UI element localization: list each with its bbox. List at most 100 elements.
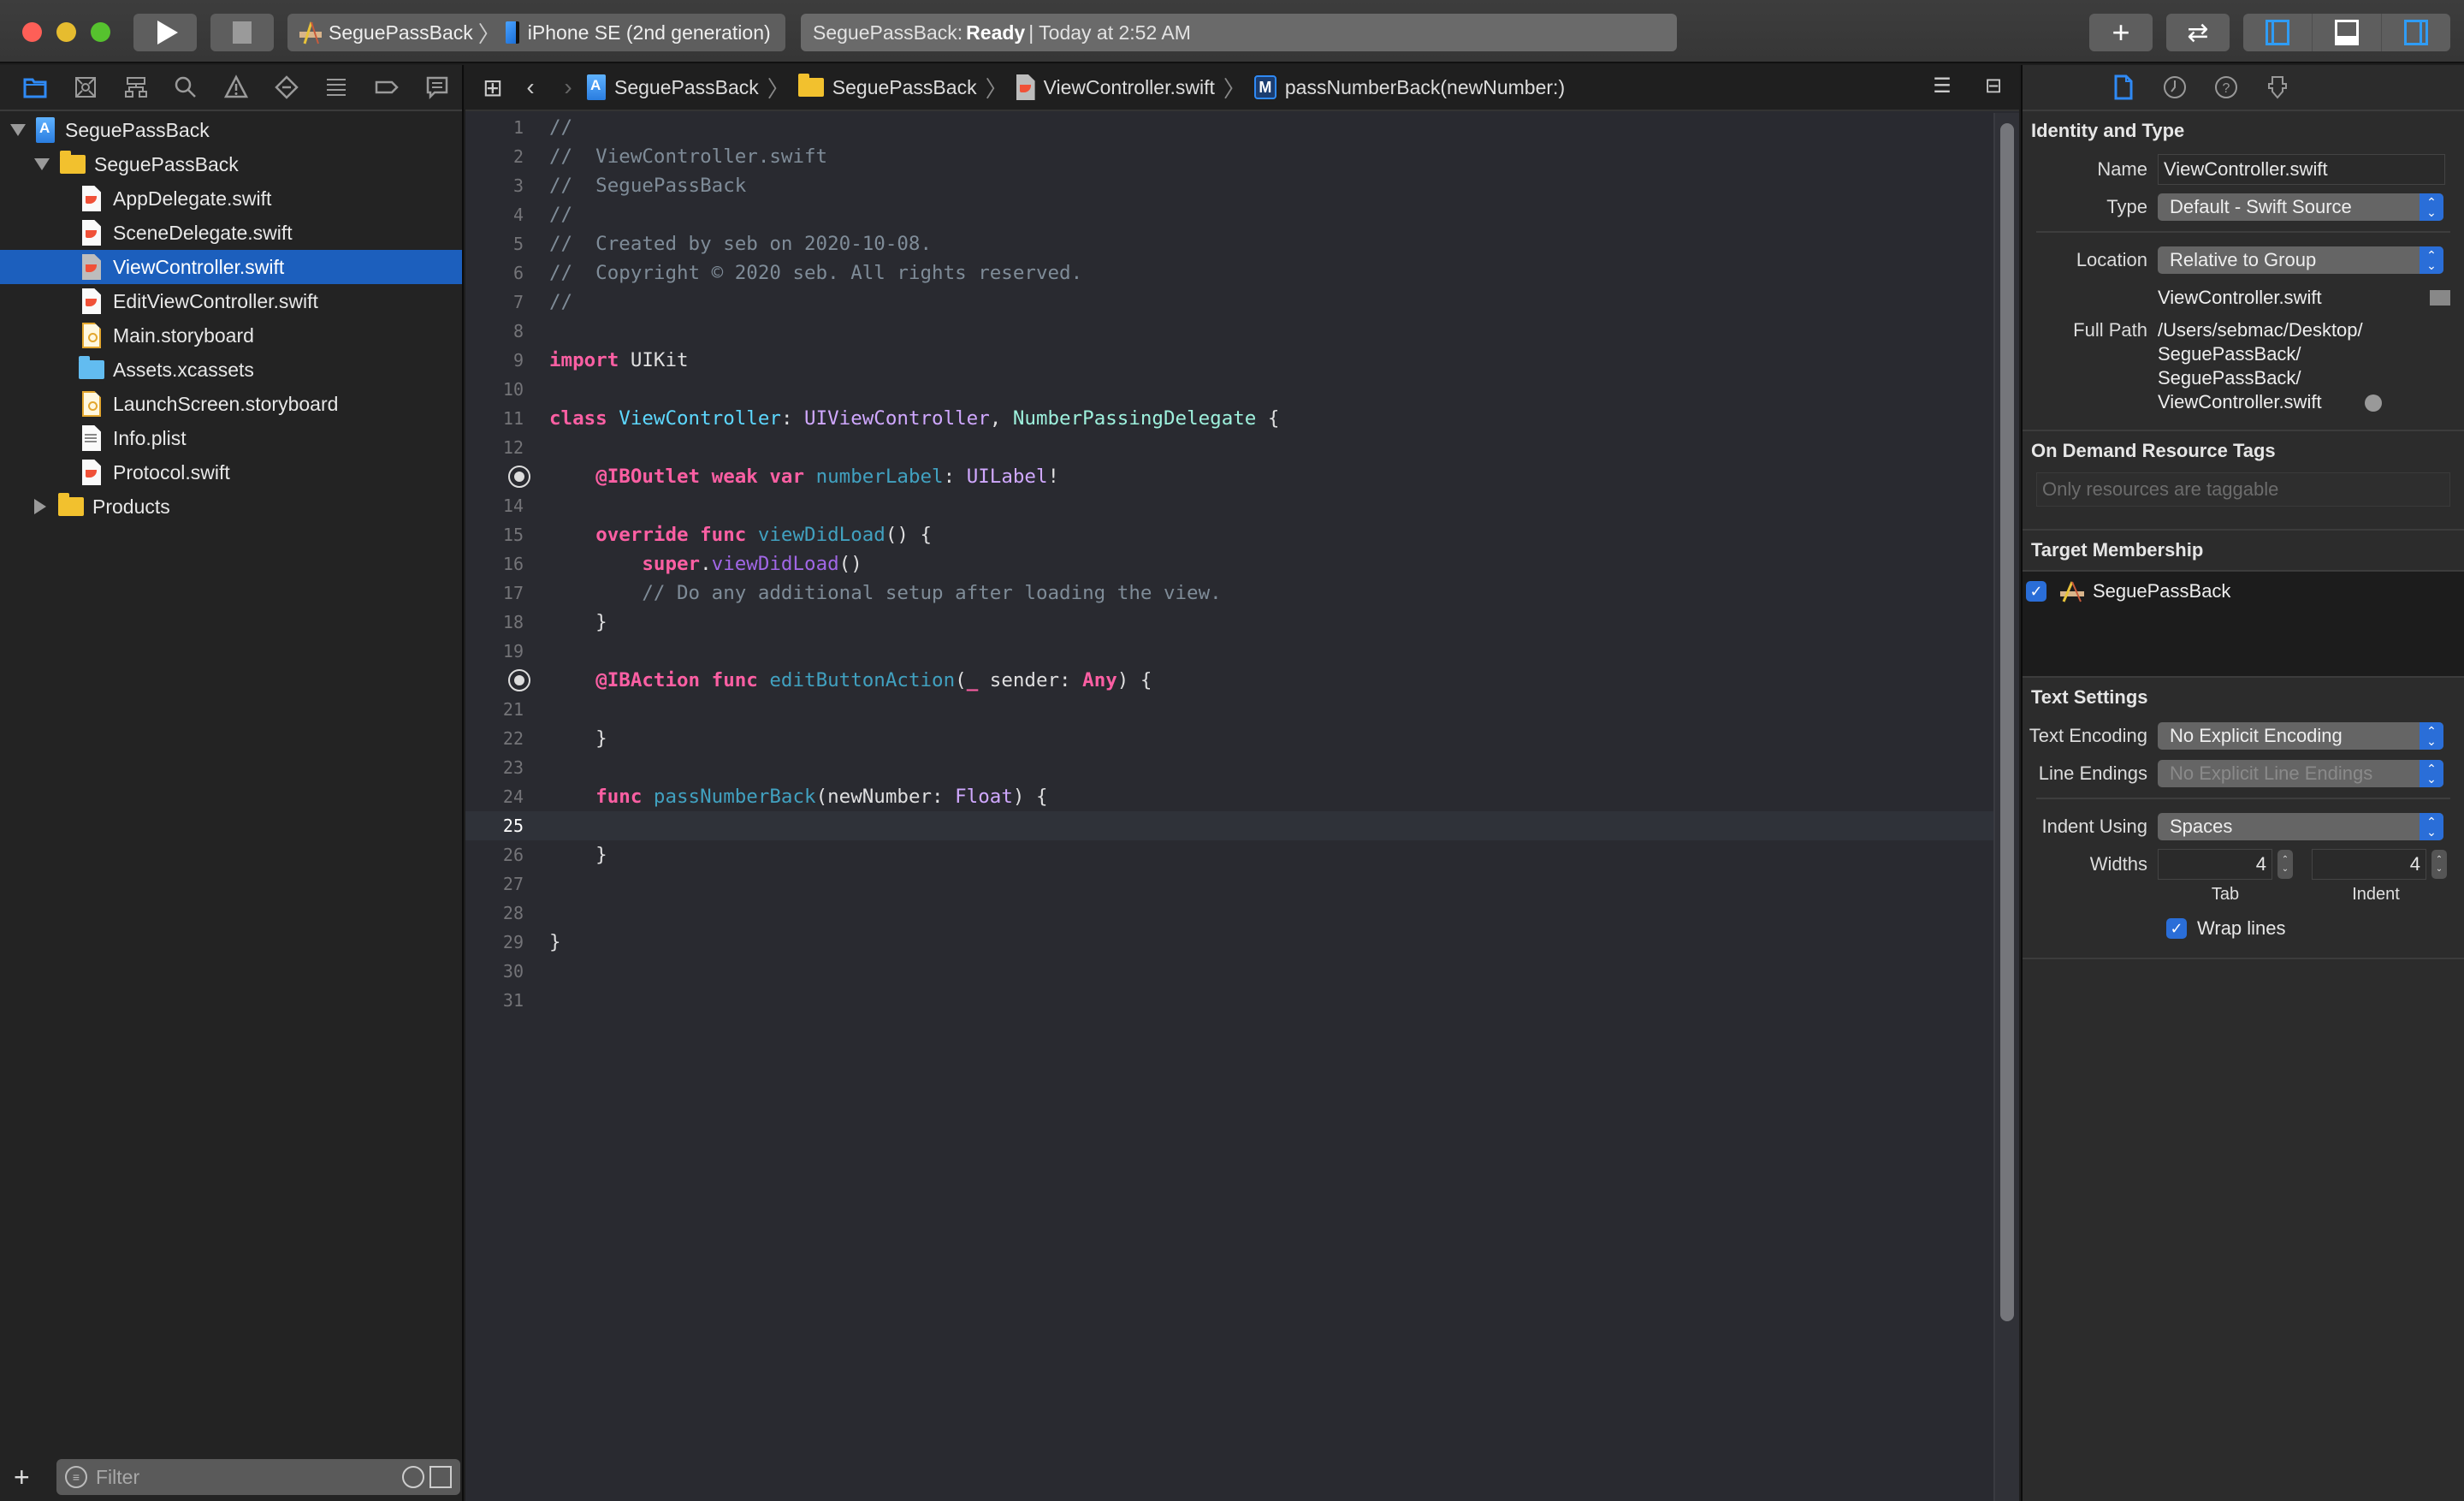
line-number[interactable]: 3 xyxy=(465,175,530,196)
line-number[interactable]: 4 xyxy=(465,205,530,225)
run-button[interactable] xyxy=(133,14,197,51)
filter-input[interactable] xyxy=(96,1465,352,1489)
text-encoding-popup[interactable]: No Explicit Encoding ⌃ ⌄ xyxy=(2158,722,2443,750)
tree-item-file-selected[interactable]: ViewController.swift xyxy=(0,250,462,284)
line-number[interactable]: 11 xyxy=(465,408,530,429)
code-line[interactable]: 28 xyxy=(465,899,1993,928)
target-checkbox[interactable]: ✓ xyxy=(2026,581,2046,602)
outlet-connection-icon[interactable] xyxy=(508,466,530,488)
line-number[interactable]: 22 xyxy=(465,728,530,749)
toggle-navigator-button[interactable] xyxy=(2243,14,2313,51)
type-popup[interactable]: Default - Swift Source ⌃ ⌄ xyxy=(2158,193,2443,221)
tab-accessibility-inspector[interactable] xyxy=(2260,70,2295,104)
location-popup[interactable]: Relative to Group ⌃ ⌄ xyxy=(2158,246,2443,274)
code-line[interactable]: 7 // xyxy=(465,288,1993,317)
code-line[interactable]: 3 // SeguePassBack xyxy=(465,171,1993,200)
code-line[interactable]: 11 class ViewController: UIViewController… xyxy=(465,404,1993,433)
breadcrumb-project[interactable]: SeguePassBack xyxy=(587,74,759,100)
line-number[interactable]: 16 xyxy=(465,554,530,574)
code-line[interactable]: 29} xyxy=(465,928,1993,957)
line-number[interactable]: 31 xyxy=(465,990,530,1011)
line-number[interactable]: 10 xyxy=(465,379,530,400)
breadcrumb-group[interactable]: SeguePassBack xyxy=(797,74,977,99)
code-line[interactable]: 12 xyxy=(465,433,1993,462)
disclosure-open-icon[interactable] xyxy=(10,124,26,136)
scheme-name[interactable]: SeguePassBack xyxy=(329,21,473,44)
recent-files-icon[interactable] xyxy=(402,1466,424,1488)
wrap-lines-row[interactable]: ✓ Wrap lines xyxy=(2023,911,2464,946)
code-line[interactable]: 17 // Do any additional setup after load… xyxy=(465,578,1993,608)
line-number[interactable]: 9 xyxy=(465,350,530,371)
line-number[interactable]: 29 xyxy=(465,932,530,952)
editor-options-icon[interactable]: ☰ xyxy=(1925,74,1959,101)
tab-width-stepper[interactable]: ⌃ ⌄ xyxy=(2277,850,2293,879)
line-number[interactable]: 12 xyxy=(465,437,530,458)
tab-test-navigator[interactable] xyxy=(261,70,311,104)
code-line[interactable]: 24 func passNumberBack(newNumber: Float)… xyxy=(465,782,1993,811)
code-line[interactable]: 22 } xyxy=(465,724,1993,753)
code-line-current[interactable]: 25 xyxy=(465,811,1993,840)
tab-debug-navigator[interactable] xyxy=(311,70,362,104)
tab-symbol-navigator[interactable] xyxy=(110,70,161,104)
code-line[interactable]: @IBAction func editButtonAction(_ sender… xyxy=(465,666,1993,695)
code-line[interactable]: 9 import UIKit xyxy=(465,346,1993,375)
scrollbar-thumb[interactable] xyxy=(2000,123,2014,1321)
code-line[interactable]: 4 // xyxy=(465,200,1993,229)
code-area[interactable]: 1 // 2 // ViewController.swift 3 // SeguePass… xyxy=(465,113,1993,1501)
tree-item-file[interactable]: Assets.xcassets xyxy=(0,353,462,387)
code-line[interactable]: 21 xyxy=(465,695,1993,724)
toggle-debug-area-button[interactable] xyxy=(2313,14,2382,51)
code-line[interactable]: 5 // Created by seb on 2020-10-08. xyxy=(465,229,1993,258)
line-number[interactable]: 7 xyxy=(465,292,530,312)
tree-item-group[interactable]: SeguePassBack xyxy=(0,147,462,181)
close-window-button[interactable] xyxy=(22,22,42,42)
stop-button[interactable] xyxy=(210,14,274,51)
tree-item-file[interactable]: EditViewController.swift xyxy=(0,284,462,318)
code-line[interactable]: 15 override func viewDidLoad() { xyxy=(465,520,1993,549)
vertical-scrollbar[interactable] xyxy=(1993,113,2019,1501)
filter-field[interactable]: ≡ xyxy=(56,1459,460,1495)
code-line[interactable]: 6 // Copyright © 2020 seb. All rights res… xyxy=(465,258,1993,288)
tree-item-project[interactable]: SeguePassBack xyxy=(0,113,462,147)
add-file-button[interactable]: + xyxy=(14,1462,39,1493)
name-field[interactable]: ViewController.swift xyxy=(2158,154,2445,185)
code-line[interactable]: 18 } xyxy=(465,608,1993,637)
line-number[interactable]: 2 xyxy=(465,146,530,167)
indent-width-stepper[interactable]: ⌃ ⌄ xyxy=(2431,850,2447,879)
line-number[interactable]: 28 xyxy=(465,903,530,923)
tab-width-field[interactable]: 4 xyxy=(2158,849,2272,880)
code-review-button[interactable]: ⇄ xyxy=(2166,14,2230,51)
code-line[interactable]: 10 xyxy=(465,375,1993,404)
code-line[interactable]: 31 xyxy=(465,986,1993,1015)
indent-width-field[interactable]: 4 xyxy=(2312,849,2426,880)
indent-using-popup[interactable]: Spaces ⌃ ⌄ xyxy=(2158,813,2443,840)
back-button[interactable]: ‹ xyxy=(512,74,549,101)
add-editor-icon[interactable]: ⊟ xyxy=(1976,74,2011,101)
line-endings-popup[interactable]: No Explicit Line Endings ⌃ ⌄ xyxy=(2158,760,2443,787)
tree-item-group[interactable]: Products xyxy=(0,489,462,524)
line-number[interactable]: 1 xyxy=(465,117,530,138)
line-number[interactable]: 30 xyxy=(465,961,530,982)
code-line[interactable]: 2 // ViewController.swift xyxy=(465,142,1993,171)
wrap-lines-checkbox[interactable]: ✓ xyxy=(2166,918,2187,939)
tree-item-file[interactable]: Protocol.swift xyxy=(0,455,462,489)
line-number[interactable]: 8 xyxy=(465,321,530,341)
disclosure-open-icon[interactable] xyxy=(34,158,50,170)
choose-folder-icon[interactable] xyxy=(2430,290,2450,306)
line-number[interactable]: 26 xyxy=(465,845,530,865)
toggle-inspector-button[interactable] xyxy=(2382,14,2450,51)
line-number[interactable]: 21 xyxy=(465,699,530,720)
tab-project-navigator[interactable] xyxy=(10,70,61,104)
tab-find-navigator[interactable] xyxy=(161,70,211,104)
source-control-filter-icon[interactable] xyxy=(429,1466,452,1488)
tab-source-control-navigator[interactable] xyxy=(61,70,111,104)
code-line[interactable]: 1 // xyxy=(465,113,1993,142)
target-row[interactable]: ✓ SeguePassBack xyxy=(2023,577,2464,606)
line-number[interactable]: 5 xyxy=(465,234,530,254)
line-number[interactable]: 14 xyxy=(465,495,530,516)
tree-item-file[interactable]: AppDelegate.swift xyxy=(0,181,462,216)
line-number[interactable]: 18 xyxy=(465,612,530,632)
tree-item-file[interactable]: SceneDelegate.swift xyxy=(0,216,462,250)
code-line[interactable]: 8 xyxy=(465,317,1993,346)
code-line[interactable]: 16 super.viewDidLoad() xyxy=(465,549,1993,578)
